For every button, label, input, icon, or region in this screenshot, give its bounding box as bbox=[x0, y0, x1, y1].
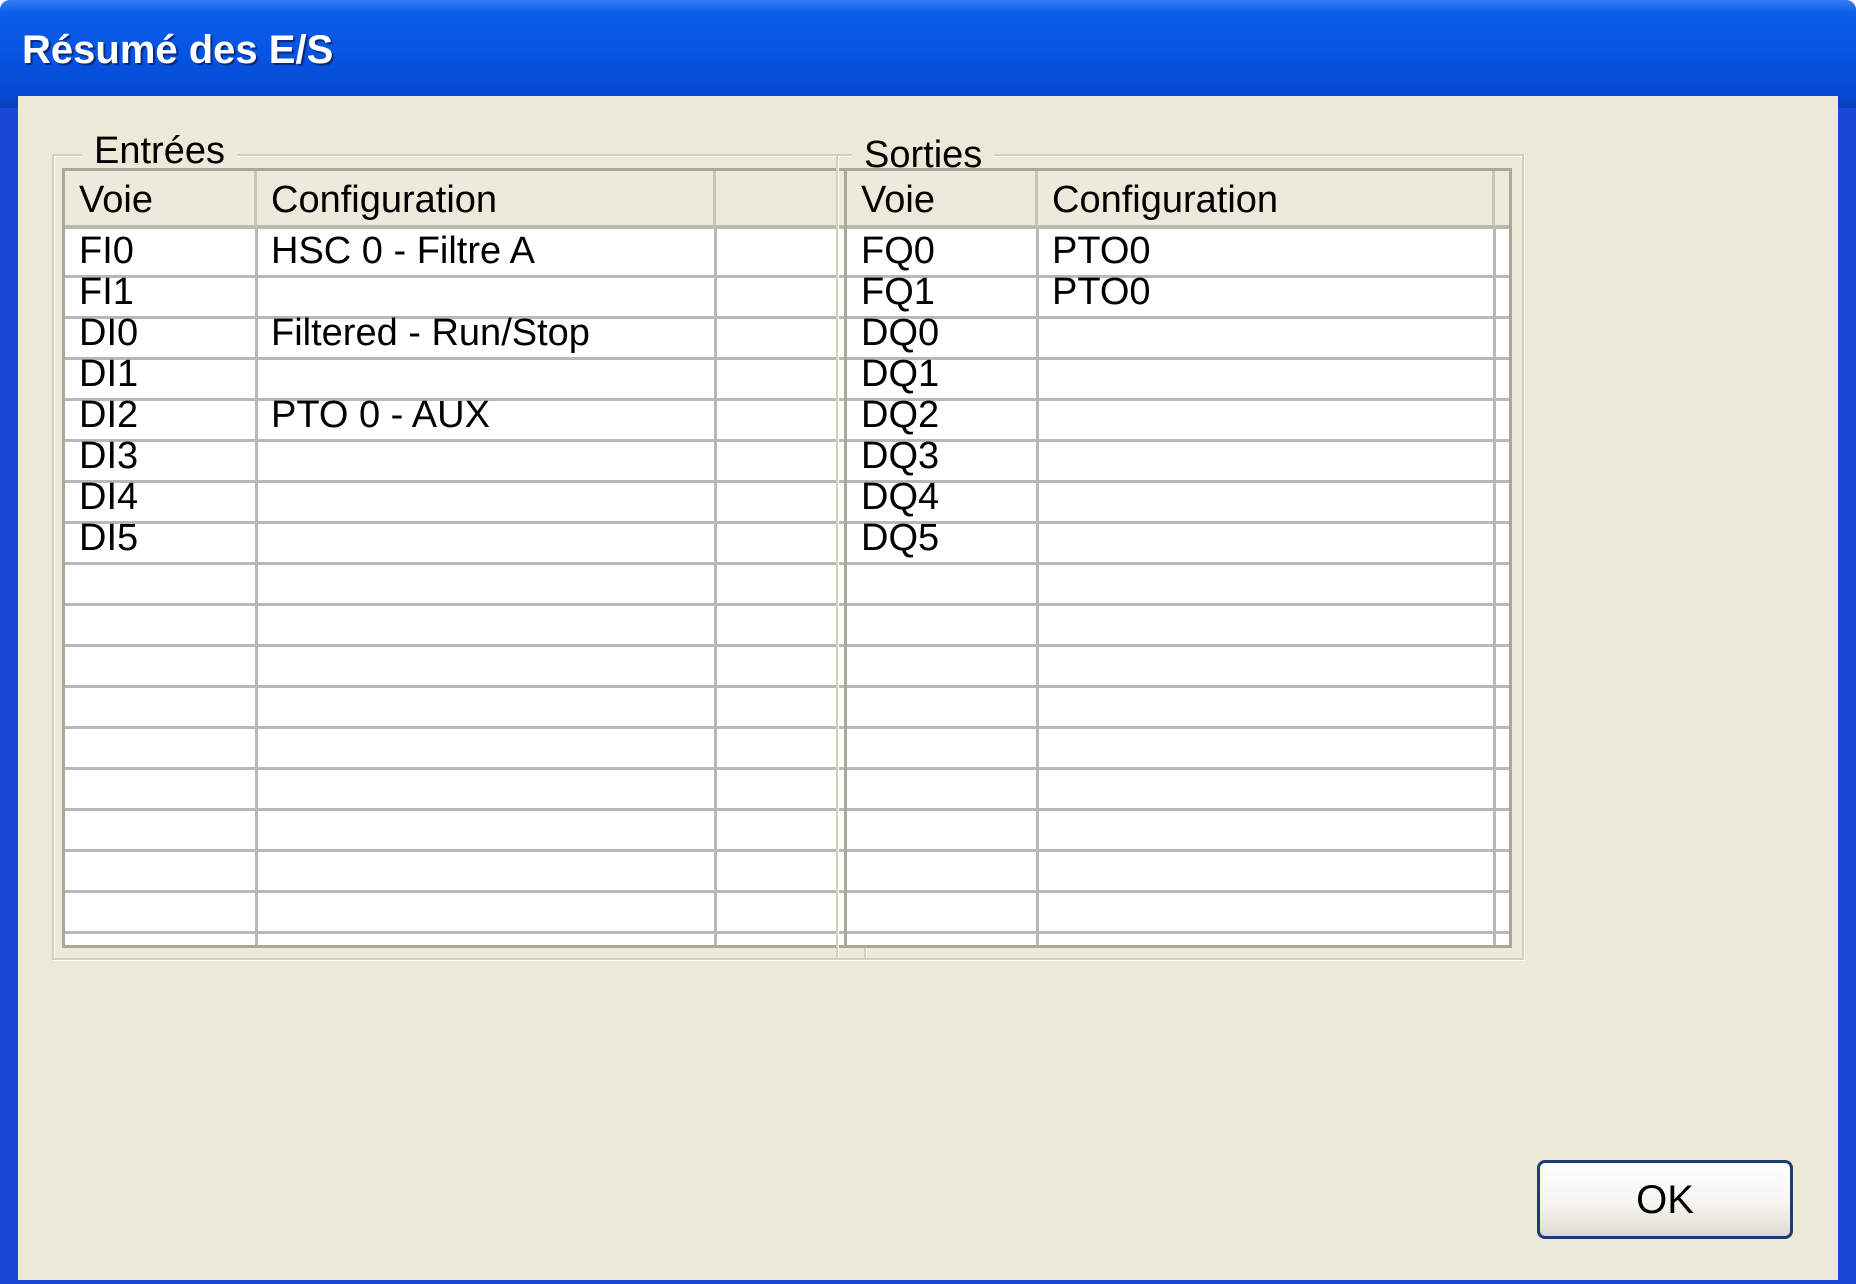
outputs-cell-configuration bbox=[1038, 762, 1052, 808]
outputs-cell-configuration bbox=[1038, 844, 1052, 890]
outputs-cell-voie bbox=[847, 639, 1038, 685]
window-title: Résumé des E/S bbox=[22, 28, 334, 72]
outputs-table[interactable]: Voie Configuration FQ0 PTO0 FQ1 PTO0 DQ0 DQ1 D… bbox=[844, 168, 1512, 948]
outputs-cell-configuration bbox=[1038, 475, 1052, 521]
inputs-cell-configuration bbox=[257, 844, 271, 890]
inputs-cell-configuration: HSC 0 - Filtre A bbox=[271, 230, 535, 272]
inputs-column-divider-right bbox=[714, 229, 717, 945]
outputs-table-row[interactable] bbox=[847, 885, 1509, 934]
inputs-column-divider bbox=[255, 229, 258, 945]
outputs-cell-voie bbox=[847, 598, 1038, 644]
outputs-cell-voie: DQ0 bbox=[861, 312, 940, 354]
outputs-cell-voie bbox=[847, 557, 1038, 603]
outputs-cell-configuration bbox=[1038, 393, 1052, 439]
outputs-cell-configuration: PTO0 bbox=[1052, 271, 1151, 313]
outputs-col-header-voie[interactable]: Voie bbox=[847, 171, 1038, 229]
inputs-cell-voie: DI4 bbox=[79, 476, 139, 518]
inputs-cell-voie bbox=[65, 885, 257, 931]
inputs-cell-configuration bbox=[257, 352, 271, 398]
outputs-header-filler bbox=[1495, 171, 1509, 229]
inputs-col-header-voie[interactable]: Voie bbox=[65, 171, 257, 229]
outputs-cell-configuration bbox=[1038, 721, 1052, 767]
ok-button[interactable]: OK bbox=[1537, 1160, 1793, 1239]
title-bar[interactable]: Résumé des E/S bbox=[0, 0, 1856, 108]
outputs-cell-configuration bbox=[1038, 557, 1052, 603]
inputs-cell-voie bbox=[65, 639, 257, 685]
inputs-cell-configuration bbox=[257, 516, 271, 562]
inputs-cell-configuration bbox=[257, 598, 271, 644]
inputs-cell-voie: DI1 bbox=[79, 353, 139, 395]
inputs-cell-configuration bbox=[257, 762, 271, 808]
io-summary-dialog: Résumé des E/S Entrées Voie Configuratio… bbox=[0, 0, 1856, 1284]
inputs-cell-configuration bbox=[257, 885, 271, 931]
outputs-cell-voie: DQ2 bbox=[861, 394, 940, 436]
outputs-cell-configuration bbox=[1038, 885, 1052, 931]
outputs-cell-configuration bbox=[1038, 803, 1052, 849]
inputs-cell-configuration bbox=[257, 803, 271, 849]
outputs-cell-configuration bbox=[1038, 639, 1052, 685]
inputs-cell-configuration: Filtered - Run/Stop bbox=[271, 312, 590, 354]
outputs-cell-configuration bbox=[1038, 311, 1052, 357]
inputs-table-row[interactable] bbox=[65, 885, 851, 934]
outputs-cell-voie: DQ4 bbox=[861, 476, 940, 518]
outputs-cell-configuration bbox=[1038, 434, 1052, 480]
outputs-cell-voie: DQ5 bbox=[861, 517, 940, 559]
outputs-column-divider bbox=[1036, 229, 1039, 945]
outputs-cell-voie bbox=[847, 885, 1038, 931]
outputs-cell-voie bbox=[847, 844, 1038, 890]
inputs-cell-configuration: PTO 0 - AUX bbox=[271, 394, 490, 436]
inputs-header-filler bbox=[716, 171, 851, 229]
inputs-cell-voie: DI0 bbox=[79, 312, 139, 354]
outputs-cell-voie: FQ1 bbox=[861, 271, 935, 313]
inputs-cell-voie: FI1 bbox=[79, 271, 134, 313]
outputs-cell-voie bbox=[847, 762, 1038, 808]
outputs-cell-configuration bbox=[1038, 352, 1052, 398]
inputs-table[interactable]: Voie Configuration FI0 HSC 0 - Filtre A FI… bbox=[62, 168, 854, 948]
inputs-col-header-configuration[interactable]: Configuration bbox=[257, 171, 716, 229]
outputs-cell-configuration bbox=[1038, 680, 1052, 726]
inputs-cell-voie bbox=[65, 844, 257, 890]
inputs-cell-configuration bbox=[257, 639, 271, 685]
outputs-cell-voie: DQ3 bbox=[861, 435, 940, 477]
outputs-cell-voie bbox=[847, 721, 1038, 767]
inputs-cell-voie bbox=[65, 721, 257, 767]
outputs-cell-configuration: PTO0 bbox=[1052, 230, 1151, 272]
outputs-cell-voie bbox=[847, 680, 1038, 726]
inputs-cell-configuration bbox=[257, 557, 271, 603]
dialog-body: Entrées Voie Configuration FI0 HSC 0 - Fi… bbox=[18, 96, 1838, 1280]
inputs-cell-configuration bbox=[257, 721, 271, 767]
inputs-cell-configuration bbox=[257, 475, 271, 521]
inputs-cell-voie: DI5 bbox=[79, 517, 139, 559]
outputs-cell-configuration bbox=[1038, 516, 1052, 562]
inputs-cell-configuration bbox=[257, 680, 271, 726]
outputs-cell-voie bbox=[847, 803, 1038, 849]
inputs-cell-voie bbox=[65, 680, 257, 726]
inputs-cell-configuration bbox=[257, 434, 271, 480]
inputs-cell-configuration bbox=[257, 270, 271, 316]
inputs-cell-voie bbox=[65, 762, 257, 808]
inputs-cell-voie: FI0 bbox=[79, 230, 134, 272]
inputs-cell-voie: DI2 bbox=[79, 394, 139, 436]
outputs-cell-configuration bbox=[1038, 598, 1052, 644]
inputs-cell-voie: DI3 bbox=[79, 435, 139, 477]
outputs-column-divider-right bbox=[1493, 229, 1496, 945]
inputs-cell-voie bbox=[65, 803, 257, 849]
outputs-cell-voie: FQ0 bbox=[861, 230, 935, 272]
outputs-col-header-configuration[interactable]: Configuration bbox=[1038, 171, 1495, 229]
inputs-group-label: Entrées bbox=[82, 130, 237, 173]
outputs-cell-voie: DQ1 bbox=[861, 353, 940, 395]
inputs-cell-voie bbox=[65, 598, 257, 644]
inputs-cell-voie bbox=[65, 557, 257, 603]
